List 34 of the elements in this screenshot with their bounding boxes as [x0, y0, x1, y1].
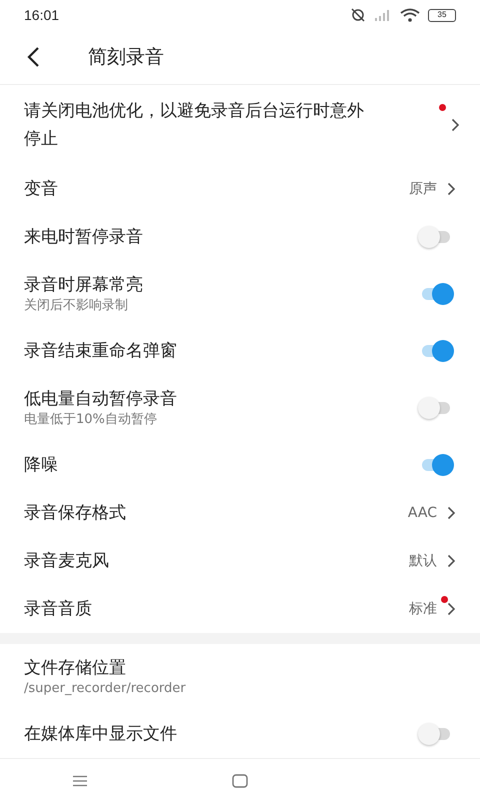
setting-title: 录音麦克风: [24, 550, 110, 573]
settings-row[interactable]: 录音结束重命名弹窗: [0, 327, 480, 375]
setting-value: 标准: [409, 600, 437, 618]
setting-title: 请关闭电池优化，以避免录音后台运行时意外停止: [24, 100, 365, 151]
settings-row[interactable]: 录音麦克风 默认: [0, 537, 480, 585]
setting-title: 录音时屏幕常亮: [24, 274, 144, 297]
setting-title: 录音音质: [24, 598, 93, 621]
setting-value: 原声: [409, 180, 437, 198]
status-time: 16:01: [24, 7, 60, 23]
setting-description: /super_recorder/recorder: [24, 680, 187, 698]
battery-icon: 35: [428, 8, 456, 22]
settings-row[interactable]: 请关闭电池优化，以避免录音后台运行时意外停止: [0, 85, 480, 165]
setting-description: 电量低于10%自动暂停: [24, 411, 158, 429]
settings-row[interactable]: 录音时屏幕常亮 关闭后不影响录制: [0, 261, 480, 327]
setting-title: 录音结束重命名弹窗: [24, 340, 178, 363]
setting-title: 来电时暂停录音: [24, 226, 144, 249]
settings-row[interactable]: 变音 原声: [0, 165, 480, 213]
setting-title: 降噪: [24, 454, 59, 477]
settings-row[interactable]: 文件存储位置 /super_recorder/recorder: [0, 644, 480, 710]
settings-row[interactable]: 在媒体库中显示文件: [0, 710, 480, 758]
setting-description: 关闭后不影响录制: [24, 297, 129, 315]
settings-row[interactable]: 录音保存格式 AAC: [0, 489, 480, 537]
settings-row[interactable]: 低电量自动暂停录音 电量低于10%自动暂停: [0, 375, 480, 441]
settings-row[interactable]: 降噪: [0, 441, 480, 489]
setting-value: AAC: [408, 505, 437, 521]
setting-value: 默认: [409, 552, 437, 570]
setting-title: 低电量自动暂停录音: [24, 388, 178, 411]
settings-row[interactable]: 来电时暂停录音: [0, 213, 480, 261]
setting-title: 录音保存格式: [24, 502, 127, 525]
page-title: 简刻录音: [88, 45, 164, 70]
settings-row[interactable]: 录音音质 标准: [0, 585, 480, 633]
setting-title: 文件存储位置: [24, 657, 127, 680]
setting-title: 在媒体库中显示文件: [24, 723, 178, 746]
setting-title: 变音: [24, 178, 59, 201]
